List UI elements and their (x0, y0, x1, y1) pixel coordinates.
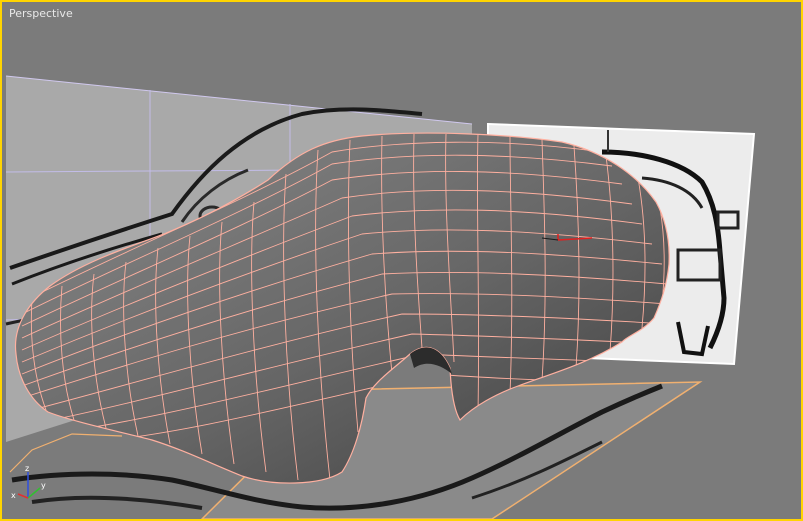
z-axis-label: z (25, 464, 29, 473)
viewport-scene[interactable] (2, 2, 801, 519)
y-axis-line (27, 487, 41, 499)
y-axis-label: y (41, 481, 46, 490)
x-axis-label: x (11, 491, 16, 500)
axis-tripod: x y z (11, 464, 46, 500)
x-axis-line (17, 493, 29, 499)
top-sketch-inner-line (31, 495, 203, 510)
perspective-viewport[interactable]: Perspective x y z (0, 0, 803, 521)
